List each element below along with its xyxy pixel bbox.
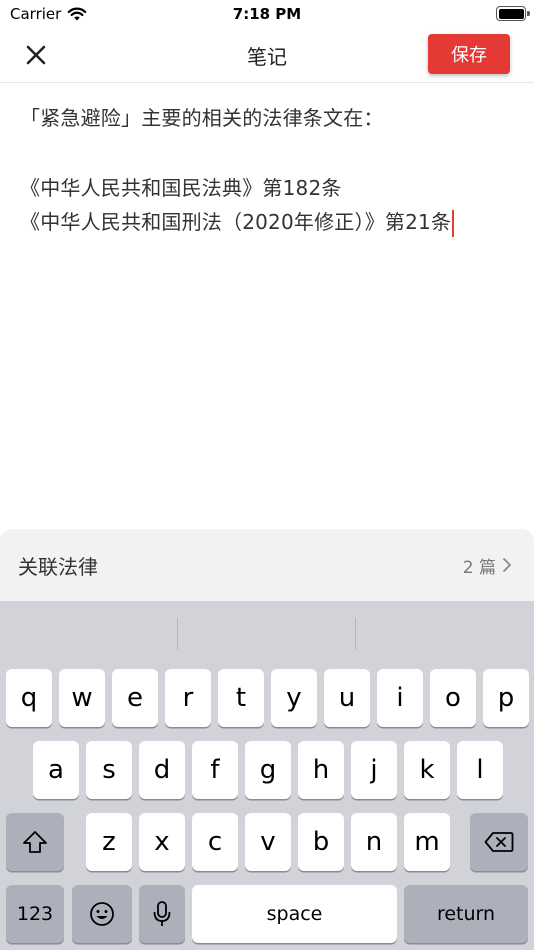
key-z[interactable]: z: [86, 813, 132, 871]
battery-icon: [496, 6, 530, 21]
note-line-last: 《中华人民共和国刑法（2020年修正）》第21条: [20, 205, 516, 239]
key-o[interactable]: o: [430, 669, 476, 727]
numbers-key[interactable]: 123: [6, 885, 64, 943]
key-x[interactable]: x: [139, 813, 185, 871]
shift-key[interactable]: [6, 813, 64, 871]
carrier-group: Carrier: [10, 5, 87, 23]
key-a[interactable]: a: [33, 741, 79, 799]
space-key[interactable]: space: [192, 885, 397, 943]
note-line: 《中华人民共和国民法典》第182条: [20, 176, 342, 200]
status-bar: Carrier 7:18 PM: [0, 0, 534, 28]
key-f[interactable]: f: [192, 741, 238, 799]
key-i[interactable]: i: [377, 669, 423, 727]
keyboard: q w e r t y u i o p a s d f g h j k l z …: [0, 601, 534, 950]
note-blank-line: [20, 135, 516, 171]
key-b[interactable]: b: [298, 813, 344, 871]
save-button[interactable]: 保存: [428, 34, 510, 74]
delete-icon: [484, 832, 514, 852]
shift-icon: [23, 831, 47, 853]
related-laws-row[interactable]: 关联法律 2 篇: [0, 529, 534, 601]
key-m[interactable]: m: [404, 813, 450, 871]
key-s[interactable]: s: [86, 741, 132, 799]
key-v[interactable]: v: [245, 813, 291, 871]
key-d[interactable]: d: [139, 741, 185, 799]
note-line: 「紧急避险」主要的相关的法律条文在：: [20, 106, 384, 130]
delete-key[interactable]: [470, 813, 528, 871]
note-editor-screen: Carrier 7:18 PM 笔记 保存 「紧急避险」主要的相关的法律条文在：…: [0, 0, 534, 950]
key-n[interactable]: n: [351, 813, 397, 871]
related-laws-label: 关联法律: [18, 554, 98, 579]
emoji-key[interactable]: [72, 885, 132, 943]
related-laws-count-group: 2 篇: [463, 553, 512, 578]
key-g[interactable]: g: [245, 741, 291, 799]
related-laws-count: 2 篇: [462, 557, 496, 578]
key-w[interactable]: w: [59, 669, 105, 727]
prediction-divider: [355, 618, 356, 650]
prediction-bar: [0, 601, 534, 665]
microphone-key[interactable]: [139, 885, 185, 943]
key-p[interactable]: p: [483, 669, 529, 727]
key-y[interactable]: y: [271, 669, 317, 727]
close-button[interactable]: [20, 39, 52, 71]
emoji-icon: [90, 902, 114, 926]
carrier-label: Carrier: [10, 5, 62, 23]
microphone-icon: [153, 901, 171, 926]
key-k[interactable]: k: [404, 741, 450, 799]
key-c[interactable]: c: [192, 813, 238, 871]
prediction-divider: [177, 618, 178, 650]
close-icon: [26, 45, 46, 65]
key-l[interactable]: l: [457, 741, 503, 799]
return-key[interactable]: return: [404, 885, 528, 943]
text-cursor: [452, 210, 455, 237]
navigation-bar: 笔记 保存: [0, 28, 534, 82]
chevron-right-icon: [503, 558, 511, 572]
key-u[interactable]: u: [324, 669, 370, 727]
wifi-icon: [68, 7, 87, 20]
note-text-area[interactable]: 「紧急避险」主要的相关的法律条文在： 《中华人民共和国民法典》第182条 《中华…: [0, 83, 534, 528]
key-q[interactable]: q: [6, 669, 52, 727]
key-j[interactable]: j: [351, 741, 397, 799]
key-h[interactable]: h: [298, 741, 344, 799]
key-t[interactable]: t: [218, 669, 264, 727]
key-e[interactable]: e: [112, 669, 158, 727]
note-line-text: 《中华人民共和国刑法（2020年修正）》第21条: [20, 210, 452, 234]
key-r[interactable]: r: [165, 669, 211, 727]
